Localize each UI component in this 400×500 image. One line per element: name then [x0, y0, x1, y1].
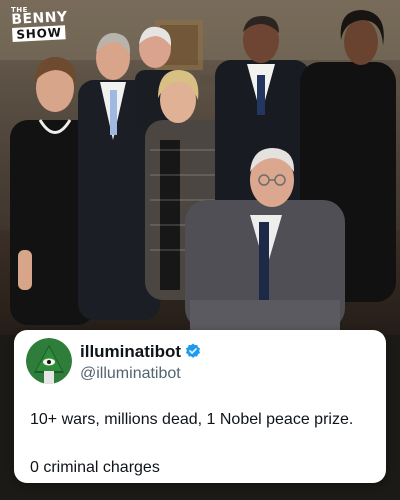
- eye-pyramid-avatar-icon: [26, 338, 72, 384]
- avatar[interactable]: [26, 338, 72, 384]
- logo-show-text: SHOW: [12, 25, 66, 42]
- display-name[interactable]: illuminatibot: [80, 342, 201, 362]
- display-name-text: illuminatibot: [80, 342, 182, 361]
- user-handle[interactable]: @illuminatibot: [80, 364, 181, 384]
- tweet-card[interactable]: illuminatibot @illuminatibot 10+ wars, m…: [14, 330, 386, 483]
- verified-badge-icon: [186, 343, 201, 358]
- tweet-text-line-1: 10+ wars, millions dead, 1 Nobel peace p…: [30, 411, 354, 428]
- group-photo: [0, 0, 400, 335]
- tweet-text-line-2: 0 criminal charges: [30, 459, 160, 476]
- post-frame: THE BENNY SHOW illuminatibot @illuminati…: [0, 0, 400, 500]
- benny-show-logo: THE BENNY SHOW: [9, 6, 81, 46]
